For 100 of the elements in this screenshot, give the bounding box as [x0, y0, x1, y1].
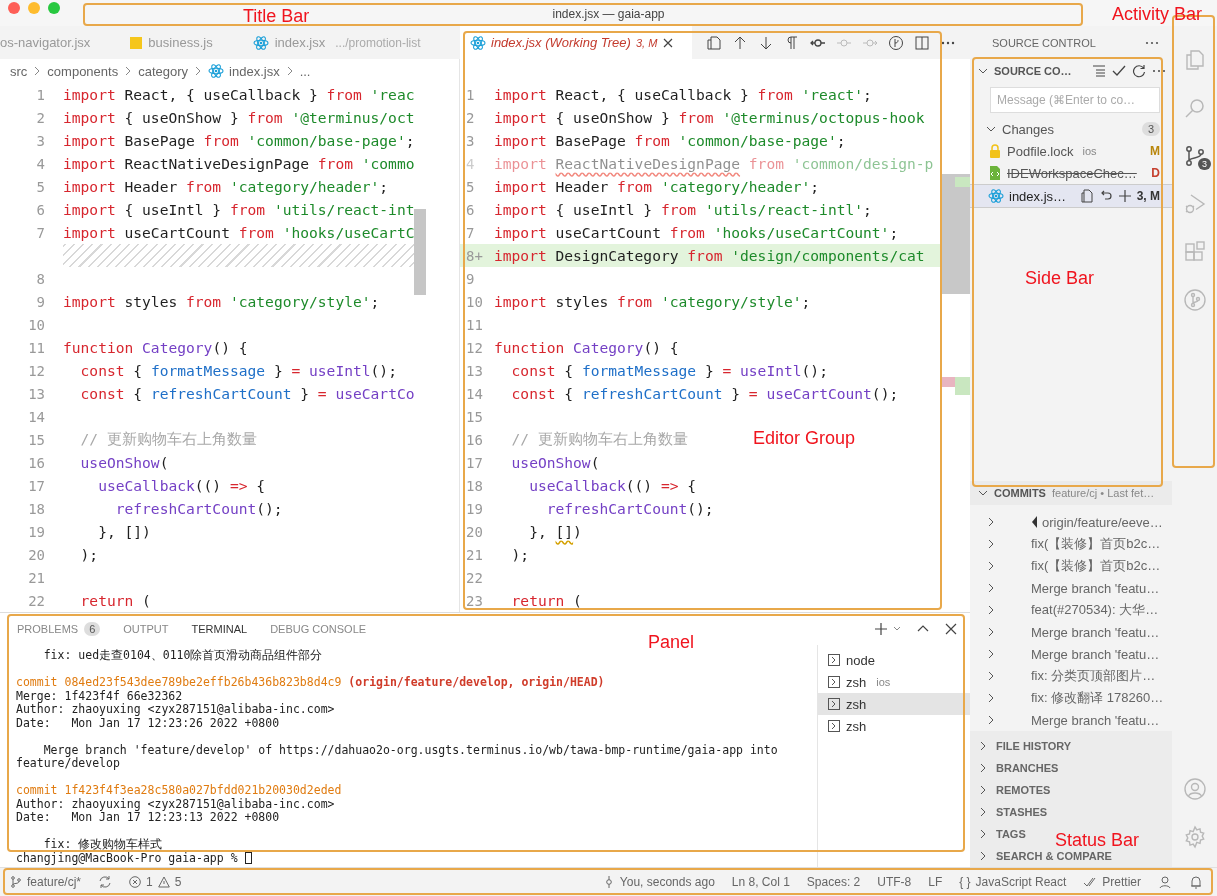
- arrow-up-icon[interactable]: [732, 34, 748, 51]
- commit-item[interactable]: fix(【装修】首页b2c…: [970, 533, 1172, 555]
- scrollbar[interactable]: [414, 209, 426, 295]
- line-ending[interactable]: LF: [928, 875, 943, 889]
- code-line: import useCartCount from 'hooks/useCartCount';: [494, 224, 899, 241]
- close-icon[interactable]: [662, 36, 675, 49]
- close-icon[interactable]: [944, 622, 958, 636]
- panel-tab[interactable]: PROBLEMS 6: [17, 622, 101, 636]
- callout-label: Side Bar: [1025, 268, 1095, 288]
- commit-item[interactable]: Merge branch 'featu…: [970, 621, 1172, 643]
- section-title[interactable]: SOURCE CO…: [994, 65, 1086, 77]
- terminal-list-item[interactable]: zsh: [818, 715, 970, 737]
- collapsed-section[interactable]: REMOTES: [970, 779, 1051, 801]
- collapsed-section[interactable]: TAGS: [970, 823, 1026, 845]
- code-line: import { useOnShow } from '@terminus/oct: [63, 109, 415, 126]
- terminal-line: commit 1f423f4f3ea28c580a027bfdd021b20030d2eded: [16, 784, 343, 798]
- split-editor-icon[interactable]: [914, 34, 930, 51]
- code-line: useCallback(() => {: [528, 477, 697, 494]
- code-line: return (: [510, 592, 582, 609]
- collapsed-section[interactable]: BRANCHES: [970, 757, 1059, 779]
- code-line: import ReactNativeDesignPage from 'commo: [63, 155, 415, 172]
- warning-icon[interactable]: [157, 876, 170, 888]
- breadcrumb-item[interactable]: category: [138, 63, 189, 79]
- commit-item[interactable]: fix(【装修】首页b2c…: [970, 555, 1172, 577]
- breadcrumb-item[interactable]: components: [47, 63, 119, 79]
- warning-count[interactable]: 5: [174, 875, 182, 889]
- editor-tab[interactable]: index.jsx (Working Tree) 3, M: [460, 26, 692, 59]
- terminal-icon: [828, 698, 840, 710]
- refresh-icon[interactable]: [1132, 64, 1146, 78]
- code-line: refreshCartCount();: [545, 500, 714, 517]
- commit-item[interactable]: fix: 分类页顶部图片…: [970, 665, 1172, 687]
- code-line: import styles from 'category/style';: [63, 293, 380, 310]
- changed-file-item[interactable]: Podfile.lock ios M: [970, 140, 1172, 162]
- terminal-line: feature/develop: [16, 757, 121, 771]
- commit-item[interactable]: Merge branch 'featu…: [970, 643, 1172, 665]
- callout-label: Panel: [648, 632, 695, 652]
- branch-info: feature/cj • Last fet…: [1051, 487, 1155, 499]
- breadcrumb-item[interactable]: index.jsx: [229, 63, 280, 79]
- changed-file-item[interactable]: IDEWorkspaceChec… D: [970, 162, 1172, 184]
- formatter[interactable]: Prettier: [1102, 875, 1141, 889]
- commit-message-field[interactable]: Message (⌘Enter to co…: [990, 87, 1160, 113]
- commit-item[interactable]: origin/feature/eeve…: [970, 511, 1172, 533]
- chevron-right-icon: [986, 583, 996, 593]
- terminal-list-item[interactable]: zsh ios: [818, 671, 970, 693]
- line-number: 6: [465, 201, 476, 218]
- plus-icon[interactable]: [874, 622, 888, 636]
- pilcrow-icon[interactable]: [784, 34, 800, 51]
- encoding[interactable]: UTF-8: [877, 875, 912, 889]
- bell-icon[interactable]: [1189, 875, 1203, 889]
- commit-item[interactable]: feat(#270534): 大华…: [970, 599, 1172, 621]
- commit-item[interactable]: Merge branch 'featu…: [970, 577, 1172, 599]
- panel-tab[interactable]: TERMINAL: [191, 623, 248, 635]
- checkmark-icon[interactable]: [1112, 64, 1126, 78]
- chevron-down-icon[interactable]: [978, 488, 988, 498]
- cursor-position[interactable]: Ln 8, Col 1: [731, 875, 790, 889]
- feedback-icon[interactable]: [1158, 875, 1172, 889]
- changes-label[interactable]: Changes: [1002, 121, 1136, 137]
- window-title: index.jsx — gaia-app: [552, 8, 665, 21]
- branch-icon[interactable]: [10, 876, 22, 888]
- commit-item[interactable]: fix: 修改翻译 178260…: [970, 687, 1172, 709]
- terminal-list-item[interactable]: zsh: [818, 693, 970, 715]
- blame-info[interactable]: You, seconds ago: [619, 875, 715, 889]
- panel-tab[interactable]: DEBUG CONSOLE: [270, 623, 367, 635]
- list-view-icon[interactable]: [1092, 64, 1106, 78]
- terminal-line: fix: ued走查0104、0110除首页滑动商品组件部分: [42, 649, 324, 663]
- code-line: import DesignCategory from 'design/components/cat: [494, 247, 925, 264]
- code-line: useCallback(() => {: [97, 477, 266, 494]
- chevron-right-icon: [986, 605, 996, 615]
- terminal-line: Date: Mon Jan 17 12:23:26 2022 +0800: [16, 716, 280, 730]
- section-title[interactable]: COMMITS: [994, 487, 1046, 499]
- sync-icon[interactable]: [98, 875, 113, 889]
- chevron-down-icon[interactable]: [986, 124, 996, 134]
- line-number: 10: [465, 293, 484, 310]
- commit-item[interactable]: Merge branch 'featu…: [970, 709, 1172, 731]
- line-number: 11: [27, 339, 46, 356]
- git-circle-icon[interactable]: [888, 34, 904, 51]
- indentation[interactable]: Spaces: 2: [806, 875, 861, 889]
- code-line: const { refreshCartCount } = useCartCount();: [510, 385, 899, 402]
- callout-label: Title Bar: [243, 6, 310, 26]
- error-icon[interactable]: [129, 876, 142, 888]
- line-number: 21: [465, 546, 484, 563]
- collapsed-section[interactable]: STASHES: [970, 801, 1048, 823]
- count-badge: 3: [1198, 158, 1211, 170]
- code-line: // 更新购物车右上角数量: [510, 430, 688, 449]
- error-count[interactable]: 1: [146, 875, 153, 889]
- branch-name[interactable]: feature/cj*: [27, 875, 82, 889]
- breadcrumb-item[interactable]: src: [10, 63, 28, 79]
- changed-file-item[interactable]: index.js… 3, M: [970, 184, 1172, 208]
- panel-tab[interactable]: OUTPUT: [123, 623, 169, 635]
- arrow-down-icon[interactable]: [758, 34, 774, 51]
- language-mode[interactable]: JavaScript React: [975, 875, 1067, 889]
- open-file-icon[interactable]: [1079, 189, 1094, 203]
- collapsed-section[interactable]: FILE HISTORY: [970, 735, 1072, 757]
- terminal-list-item[interactable]: node: [818, 649, 970, 671]
- change-marker: [955, 177, 970, 187]
- open-file-icon[interactable]: [706, 34, 722, 51]
- line-number: 15: [465, 408, 484, 425]
- chevron-down-icon[interactable]: [978, 66, 988, 76]
- close-window-button[interactable]: [8, 2, 20, 14]
- breadcrumb-item[interactable]: ...: [299, 63, 311, 79]
